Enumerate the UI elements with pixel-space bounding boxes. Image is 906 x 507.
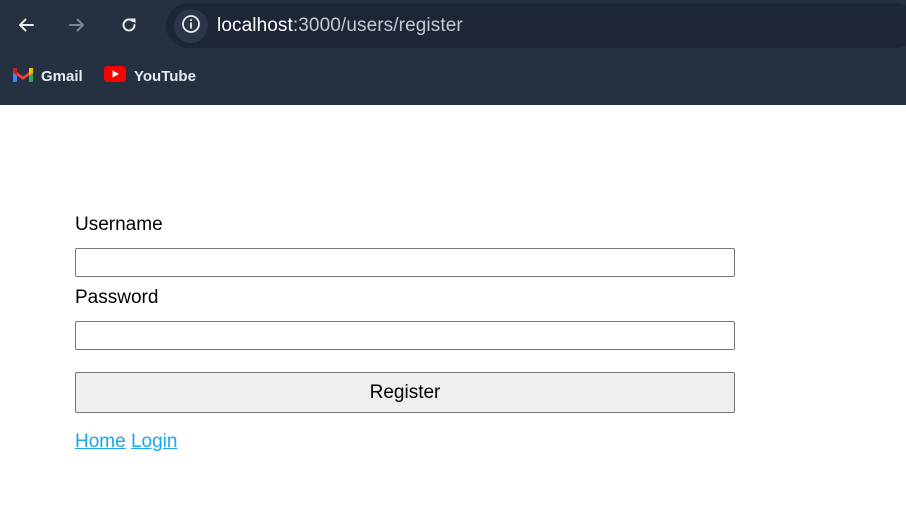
page-content: Username Password Register Home Login <box>0 105 906 507</box>
browser-chrome: localhost:3000/users/register Gmail YouT… <box>0 0 906 105</box>
site-info-button[interactable] <box>174 9 208 43</box>
bookmark-youtube[interactable]: YouTube <box>104 66 196 86</box>
url-host: localhost <box>217 15 293 36</box>
password-input[interactable] <box>75 321 735 350</box>
back-button[interactable] <box>9 8 43 42</box>
url-path: :3000/users/register <box>292 15 463 36</box>
url-text[interactable]: localhost:3000/users/register <box>217 15 463 37</box>
reload-button[interactable] <box>112 8 146 42</box>
reload-icon <box>119 15 139 35</box>
forward-arrow-icon <box>67 15 87 35</box>
back-arrow-icon <box>16 15 36 35</box>
address-bar[interactable]: localhost:3000/users/register <box>166 3 906 48</box>
password-label: Password <box>75 287 159 308</box>
site-info-icon <box>181 14 201 39</box>
bookmark-label: YouTube <box>134 67 196 85</box>
browser-toolbar: localhost:3000/users/register <box>0 0 906 52</box>
username-label: Username <box>75 214 163 235</box>
gmail-icon <box>13 67 33 86</box>
home-link[interactable]: Home <box>75 431 126 452</box>
youtube-icon <box>104 66 126 86</box>
username-input[interactable] <box>75 248 735 277</box>
nav-links: Home Login <box>75 431 177 453</box>
forward-button[interactable] <box>60 8 94 42</box>
bookmarks-bar: Gmail YouTube <box>0 58 906 94</box>
bookmark-label: Gmail <box>41 67 83 85</box>
register-button[interactable]: Register <box>75 372 735 413</box>
login-link[interactable]: Login <box>131 431 178 452</box>
bookmark-gmail[interactable]: Gmail <box>13 66 83 86</box>
